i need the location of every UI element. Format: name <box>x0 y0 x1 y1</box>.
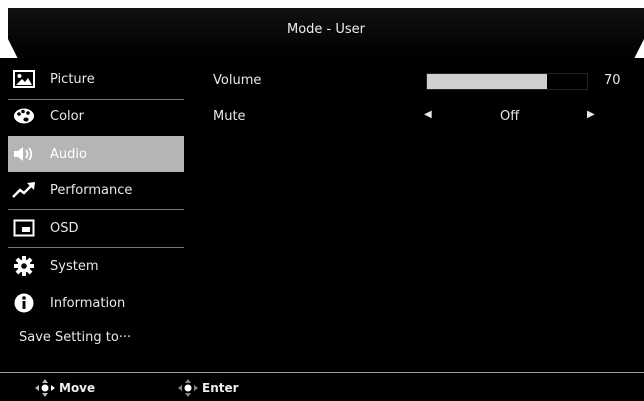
mute-value: Off <box>500 109 520 124</box>
arrow-right-icon[interactable]: ▶ <box>587 109 595 120</box>
save-setting-item[interactable]: Save Setting to··· <box>19 330 131 345</box>
trend-arrow-icon <box>12 179 36 201</box>
sidebar-item-system[interactable]: System <box>8 248 184 284</box>
volume-label: Volume <box>213 73 262 88</box>
sidebar-item-performance[interactable]: Performance <box>8 172 184 208</box>
picture-icon <box>12 68 36 90</box>
sidebar-item-color[interactable]: Color <box>8 98 184 134</box>
sidebar-item-audio[interactable]: Audio <box>8 136 184 172</box>
mute-row[interactable]: Mute ◀ Off ▶ <box>213 107 633 127</box>
volume-slider-fill <box>427 74 547 89</box>
sidebar-item-information[interactable]: Information <box>8 285 184 321</box>
sidebar-item-label: Information <box>50 295 126 311</box>
sidebar-item-label: OSD <box>50 220 79 236</box>
joystick-enter-icon <box>176 379 200 397</box>
volume-value: 70 <box>604 73 621 88</box>
osd-menu: Mode - User Picture Color Audio Performa… <box>0 0 644 401</box>
enter-label: Enter <box>202 381 239 395</box>
sidebar-item-label: Picture <box>50 71 95 87</box>
menu-body: Picture Color Audio Performance OSD Syst… <box>0 58 644 372</box>
volume-slider[interactable] <box>426 73 588 90</box>
arrow-left-icon[interactable]: ◀ <box>424 109 432 120</box>
sidebar-item-label: System <box>50 258 99 274</box>
header: Mode - User <box>0 0 644 58</box>
sidebar-item-label: Color <box>50 108 84 124</box>
footer: Move Enter <box>0 372 644 401</box>
mute-label: Mute <box>213 109 246 124</box>
color-palette-icon <box>12 105 36 127</box>
move-label: Move <box>59 381 96 395</box>
enter-hint: Enter <box>176 379 239 397</box>
osd-window-icon <box>12 217 36 239</box>
speaker-icon <box>12 143 36 165</box>
volume-row[interactable]: Volume 70 <box>213 71 633 91</box>
sidebar-item-osd[interactable]: OSD <box>8 210 184 246</box>
gear-icon <box>12 255 36 277</box>
mode-title: Mode - User <box>286 22 365 37</box>
sidebar-item-label: Audio <box>50 146 87 162</box>
info-icon <box>12 292 36 314</box>
sidebar-item-picture[interactable]: Picture <box>8 61 184 97</box>
move-hint: Move <box>33 379 95 397</box>
sidebar-item-label: Performance <box>50 182 133 198</box>
sidebar: Picture Color Audio Performance OSD Syst… <box>0 58 185 372</box>
joystick-move-icon <box>33 379 57 397</box>
